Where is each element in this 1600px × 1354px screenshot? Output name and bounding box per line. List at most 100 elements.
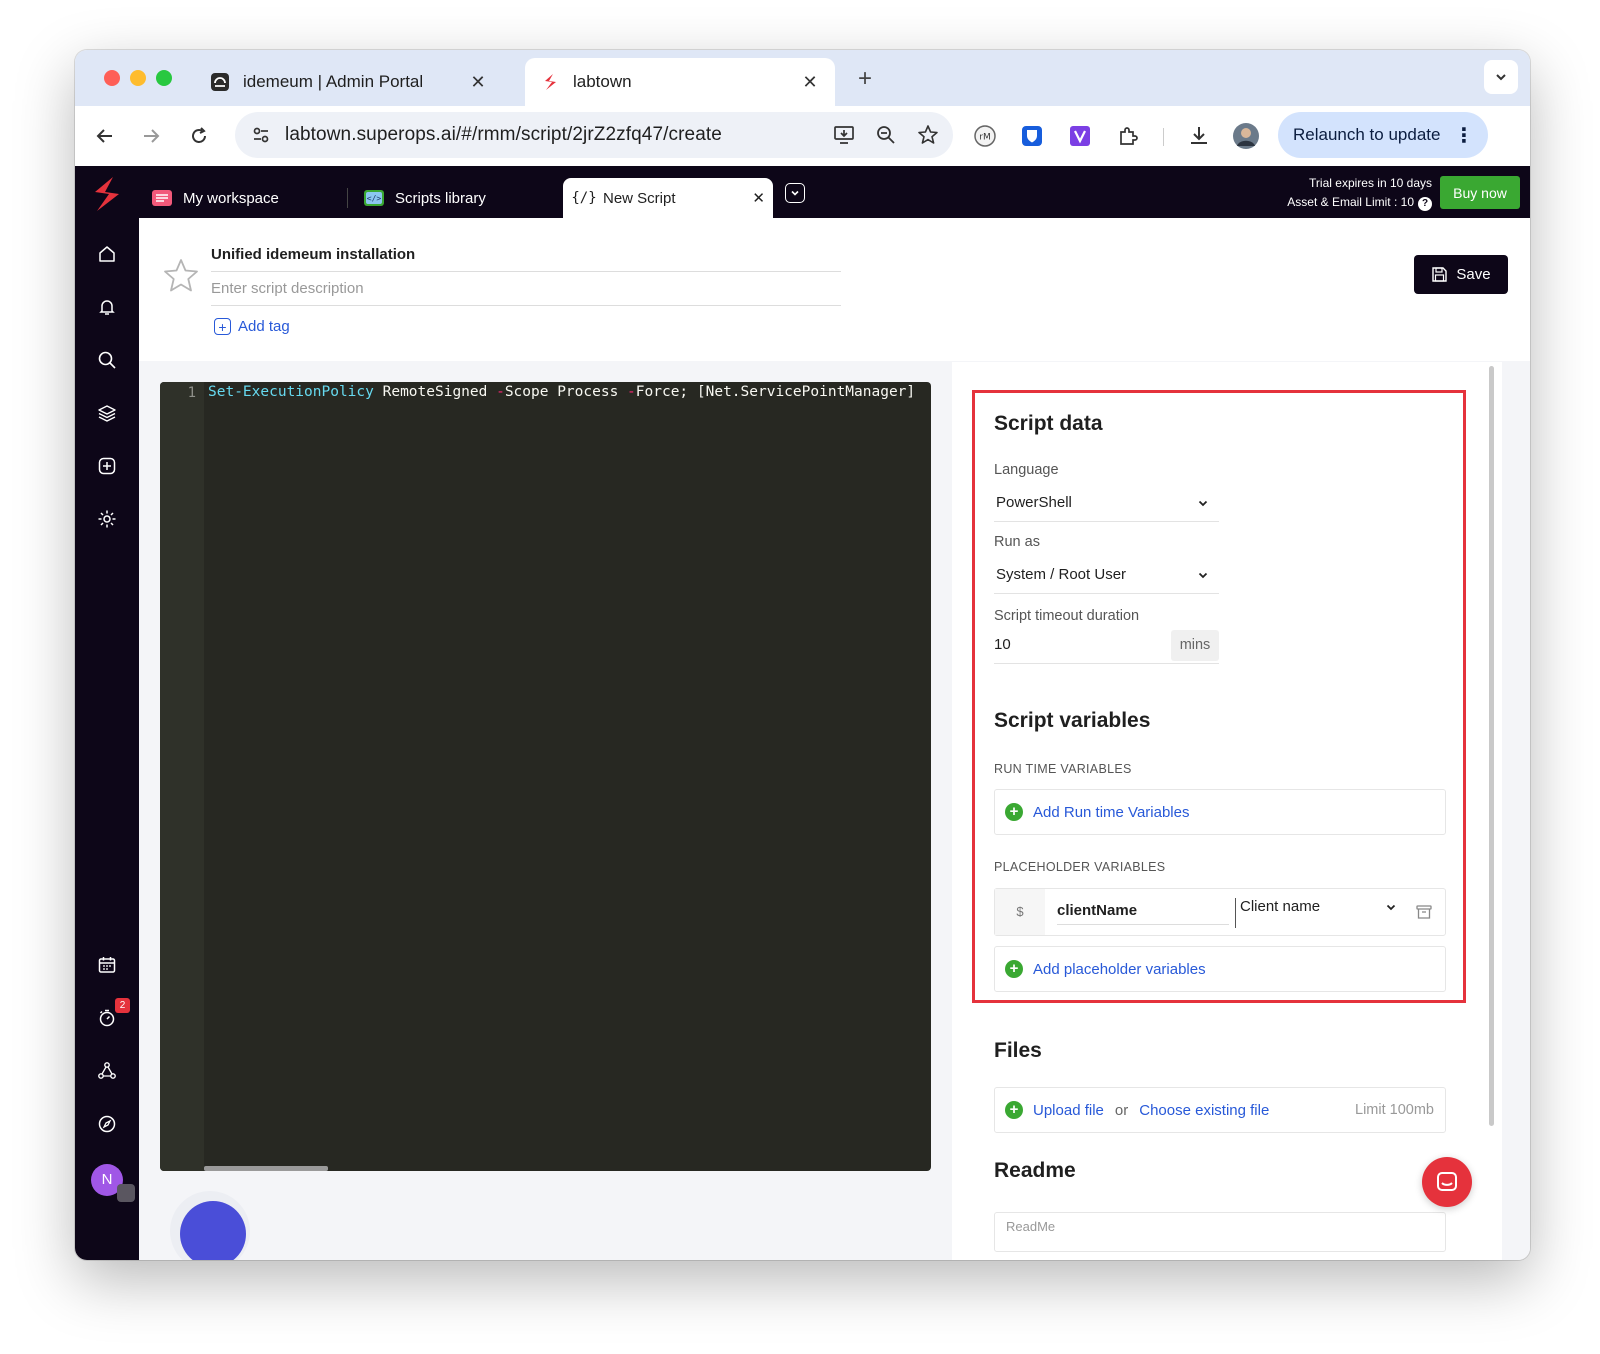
- zoom-icon[interactable]: [869, 118, 903, 152]
- code-arg: Force; [Net.ServicePointManager]: [635, 384, 916, 400]
- script-name-input[interactable]: Unified idemeum installation: [211, 246, 841, 272]
- variable-name-input[interactable]: clientName: [1057, 902, 1229, 925]
- trial-info: Trial expires in 10 days Asset & Email L…: [1287, 174, 1432, 212]
- new-tab-button[interactable]: +: [850, 64, 880, 94]
- add-tag-button[interactable]: + Add tag: [214, 318, 290, 335]
- tab-search-button[interactable]: [1484, 60, 1518, 94]
- tab-new-script[interactable]: {/} New Script ✕: [563, 178, 773, 218]
- workflow-icon[interactable]: [95, 1059, 119, 1083]
- reload-button[interactable]: [181, 118, 217, 154]
- tab-label: My workspace: [183, 189, 279, 207]
- plus-circle-icon: +: [1005, 1101, 1023, 1119]
- script-data-title: Script data: [994, 412, 1103, 435]
- timeout-unit: mins: [1171, 630, 1219, 661]
- install-app-icon[interactable]: [827, 118, 861, 152]
- gear-icon[interactable]: [95, 507, 119, 531]
- files-upload-row: + Upload file or Choose existing file Li…: [994, 1087, 1446, 1133]
- home-icon[interactable]: [95, 242, 119, 266]
- plus-circle-icon: +: [1005, 803, 1023, 821]
- variable-type-select[interactable]: Client name: [1235, 898, 1401, 928]
- browser-tab-idemeum[interactable]: idemeum | Admin Portal ✕: [195, 58, 503, 106]
- add-placeholder-label: Add placeholder variables: [1033, 960, 1206, 978]
- browser-window: idemeum | Admin Portal ✕ labtown ✕ + lab…: [75, 50, 1530, 1260]
- maximize-window-button[interactable]: [156, 70, 172, 86]
- downloads-icon[interactable]: [1182, 119, 1216, 153]
- site-settings-icon[interactable]: [247, 125, 275, 145]
- chevron-down-icon: [791, 190, 799, 196]
- add-square-icon[interactable]: [95, 454, 119, 478]
- search-icon[interactable]: [95, 348, 119, 372]
- upload-file-link[interactable]: Upload file: [1033, 1102, 1104, 1119]
- trial-expiry-text: Trial expires in 10 days: [1309, 176, 1432, 190]
- script-description-input[interactable]: Enter script description: [211, 280, 841, 306]
- close-tab-icon[interactable]: ✕: [467, 71, 489, 93]
- idemeum-favicon-icon: [209, 71, 231, 93]
- editor-gutter: [160, 382, 204, 1171]
- bitwarden-extension-icon[interactable]: [1015, 119, 1049, 153]
- code-flag: -: [496, 384, 505, 400]
- browser-menu-icon[interactable]: ⋮: [1454, 123, 1474, 148]
- code-editor[interactable]: 1 Set-ExecutionPolicy RemoteSigned -Scop…: [160, 382, 931, 1171]
- close-window-button[interactable]: [104, 70, 120, 86]
- superops-app: My workspace </> Scripts library {/} New…: [75, 166, 1530, 1260]
- extension-rm-icon[interactable]: rM: [968, 119, 1002, 153]
- help-icon[interactable]: ?: [1418, 197, 1432, 211]
- code-arg: Scope Process: [504, 384, 628, 400]
- readme-title: Readme: [994, 1159, 1076, 1182]
- delete-variable-icon[interactable]: [1415, 903, 1433, 921]
- readme-input[interactable]: ReadMe: [994, 1212, 1446, 1252]
- tab-scripts-library[interactable]: </> Scripts library: [363, 178, 553, 218]
- layers-icon[interactable]: [95, 401, 119, 425]
- chevron-down-icon: [1197, 569, 1209, 581]
- bell-icon[interactable]: [95, 295, 119, 319]
- profile-avatar-icon[interactable]: [1229, 119, 1263, 153]
- save-button[interactable]: Save: [1414, 255, 1508, 294]
- minimize-window-button[interactable]: [130, 70, 146, 86]
- variable-type-value: Client name: [1240, 898, 1321, 915]
- close-tab-icon[interactable]: ✕: [752, 189, 765, 207]
- address-bar[interactable]: labtown.superops.ai/#/rmm/script/2jrZ2zf…: [235, 112, 953, 158]
- close-tab-icon[interactable]: ✕: [799, 71, 821, 93]
- panel-scrollbar-thumb[interactable]: [1489, 366, 1494, 1126]
- chevron-down-icon: [1197, 497, 1209, 509]
- v-extension-icon[interactable]: [1063, 119, 1097, 153]
- files-title: Files: [994, 1039, 1042, 1062]
- calendar-icon[interactable]: [95, 953, 119, 977]
- add-runtime-label: Add Run time Variables: [1033, 803, 1190, 821]
- chat-support-button[interactable]: [1422, 1157, 1472, 1207]
- asset-limit-text: Asset & Email Limit : 10: [1287, 195, 1414, 209]
- arrow-left-icon: [96, 129, 112, 143]
- code-command: Set-ExecutionPolicy: [208, 384, 374, 400]
- app-topbar: My workspace </> Scripts library {/} New…: [75, 166, 1530, 218]
- placeholder-variables-header: PLACEHOLDER VARIABLES: [994, 860, 1166, 874]
- code-line[interactable]: Set-ExecutionPolicy RemoteSigned -Scope …: [208, 384, 915, 400]
- tab-my-workspace[interactable]: My workspace: [151, 178, 341, 218]
- compass-icon[interactable]: [95, 1112, 119, 1136]
- tabs-dropdown-button[interactable]: [785, 183, 805, 203]
- browser-tab-label: idemeum | Admin Portal: [243, 72, 424, 91]
- readme-placeholder: ReadMe: [1006, 1219, 1056, 1234]
- tab-strip: idemeum | Admin Portal ✕ labtown ✕ +: [75, 50, 1530, 106]
- buy-now-button[interactable]: Buy now: [1440, 176, 1520, 209]
- add-runtime-variables-button[interactable]: + Add Run time Variables: [994, 789, 1446, 835]
- browser-tab-labtown[interactable]: labtown ✕: [525, 58, 835, 106]
- forward-button[interactable]: [133, 118, 169, 154]
- timeout-input[interactable]: 10 mins: [994, 630, 1219, 664]
- favorite-star-icon[interactable]: [161, 256, 201, 296]
- run-as-select[interactable]: System / Root User: [994, 556, 1219, 594]
- back-button[interactable]: [87, 118, 123, 154]
- chevron-down-icon: [1385, 901, 1397, 913]
- relaunch-to-update-button[interactable]: Relaunch to update ⋮: [1278, 112, 1488, 158]
- script-header: Unified idemeum installation Enter scrip…: [139, 218, 1530, 361]
- assistant-button[interactable]: [180, 1201, 246, 1260]
- language-select[interactable]: PowerShell: [994, 484, 1219, 522]
- add-placeholder-variables-button[interactable]: + Add placeholder variables: [994, 946, 1446, 992]
- extensions-puzzle-icon[interactable]: [1111, 119, 1145, 153]
- plus-square-icon: +: [214, 318, 231, 335]
- bookmark-star-icon[interactable]: [911, 118, 945, 152]
- notification-badge: 2: [115, 998, 130, 1013]
- superops-logo-icon[interactable]: [87, 174, 127, 214]
- qr-code-icon[interactable]: [117, 1184, 135, 1202]
- editor-horizontal-scrollbar[interactable]: [204, 1166, 328, 1171]
- choose-existing-file-link[interactable]: Choose existing file: [1139, 1102, 1269, 1119]
